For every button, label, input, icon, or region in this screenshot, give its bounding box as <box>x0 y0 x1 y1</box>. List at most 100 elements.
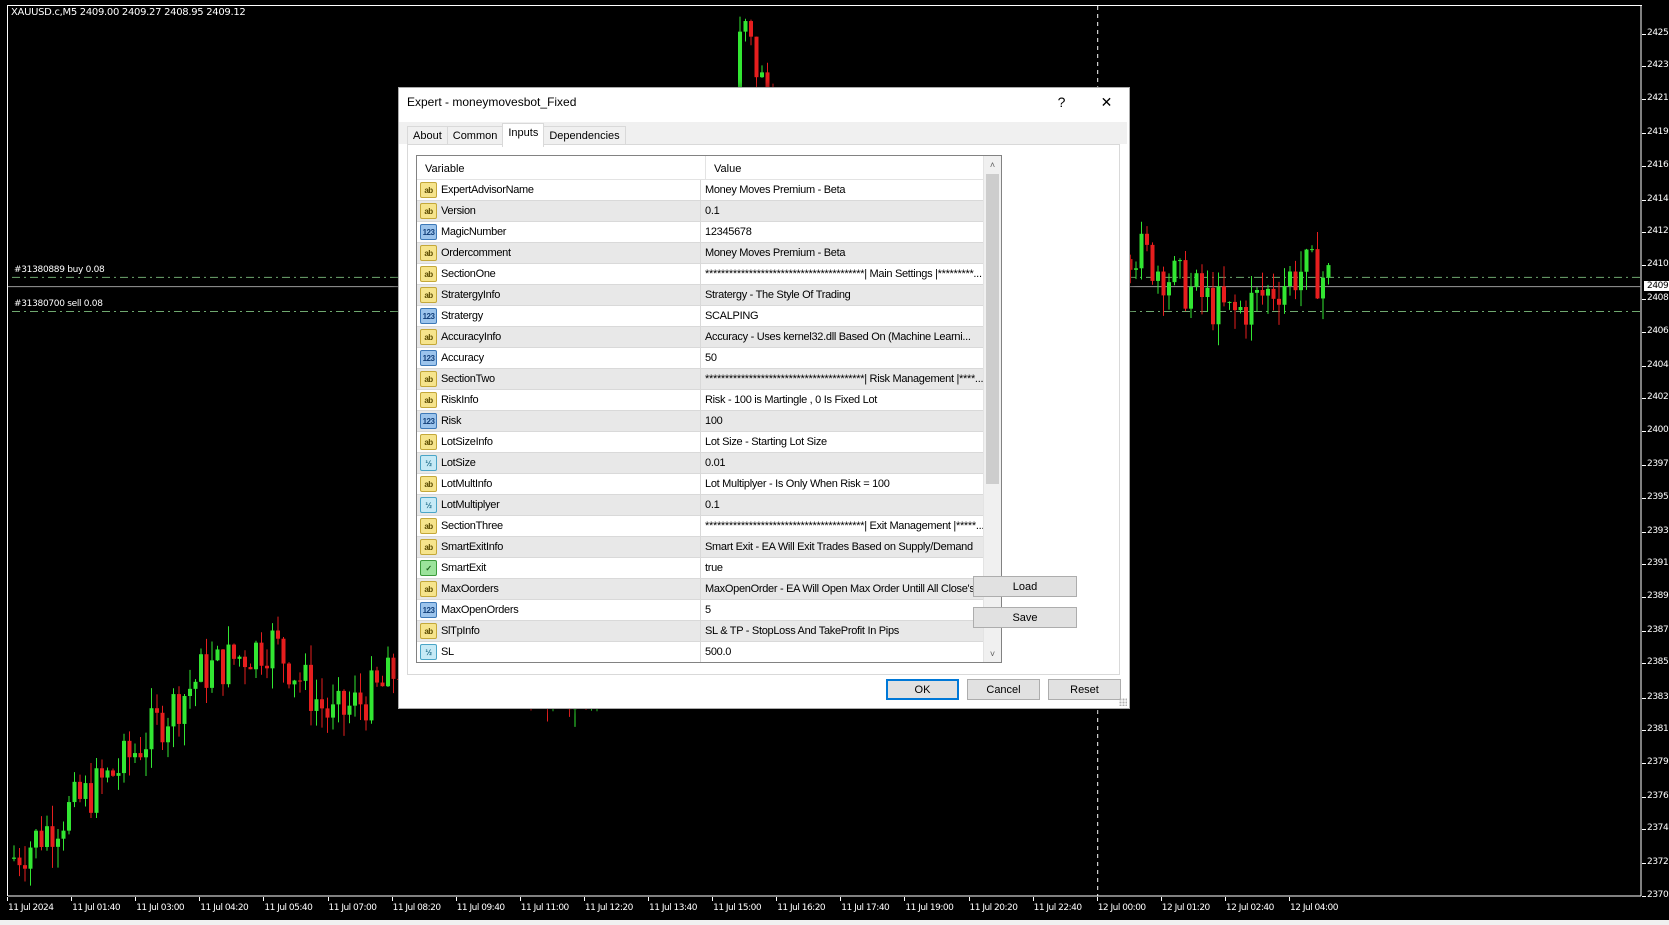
variable-cell[interactable]: ab SectionOne <box>417 264 701 284</box>
column-header-variable[interactable]: Variable <box>417 156 706 179</box>
variable-cell[interactable]: 123 MaxOpenOrders <box>417 600 701 620</box>
variable-cell[interactable]: ab AccuracyInfo <box>417 327 701 347</box>
value-cell[interactable]: 0.1 <box>701 495 984 515</box>
input-row-sectionone[interactable]: ab SectionOne ****************************… <box>417 264 984 285</box>
value-cell[interactable]: SCALPING <box>701 306 984 326</box>
value-cell[interactable]: 50 <box>701 348 984 368</box>
input-row-lotmultiplyer[interactable]: ½ LotMultiplyer 0.1 <box>417 495 984 516</box>
input-row-maxopenorders[interactable]: 123 MaxOpenOrders 5 <box>417 600 984 621</box>
variable-cell[interactable]: ab SectionThree <box>417 516 701 536</box>
variable-cell[interactable]: ✓ SmartExit <box>417 558 701 578</box>
input-row-smartexitinfo[interactable]: ab SmartExitInfo Smart Exit - EA Will Exit… <box>417 537 984 558</box>
column-header-value[interactable]: Value <box>706 156 1001 179</box>
tab-dependencies[interactable]: Dependencies <box>543 126 626 146</box>
value-cell[interactable]: ****************************************… <box>701 516 984 536</box>
value-cell[interactable]: Smart Exit - EA Will Exit Trades Based o… <box>701 537 984 557</box>
candle <box>1299 251 1303 307</box>
save-button[interactable]: Save <box>973 607 1077 628</box>
variable-cell[interactable]: ab LotMultInfo <box>417 474 701 494</box>
value-cell[interactable]: 500.0 <box>701 642 984 662</box>
variable-cell[interactable]: 123 Accuracy <box>417 348 701 368</box>
variable-cell[interactable]: ab SectionTwo <box>417 369 701 389</box>
resize-grip[interactable] <box>1119 698 1127 706</box>
value-cell[interactable]: 12345678 <box>701 222 984 242</box>
candle <box>254 640 258 679</box>
scroll-thumb[interactable] <box>986 174 999 484</box>
candle-body <box>237 656 242 659</box>
value-cell[interactable]: MaxOpenOrder - EA Will Open Max Order Un… <box>701 579 984 599</box>
variable-cell[interactable]: ab Ordercomment <box>417 243 701 263</box>
input-row-lotsizeinfo[interactable]: ab LotSizeInfo Lot Size - Starting Lot Siz… <box>417 432 984 453</box>
ok-button[interactable]: OK <box>886 679 959 700</box>
tab-common[interactable]: Common <box>446 126 504 146</box>
input-row-lotmultinfo[interactable]: ab LotMultInfo Lot Multiplyer - Is Only Wh… <box>417 474 984 495</box>
variable-cell[interactable]: ½ LotMultiplyer <box>417 495 701 515</box>
value-cell[interactable]: Money Moves Premium - Beta <box>701 180 984 200</box>
value-cell[interactable]: 0.1 <box>701 201 984 221</box>
variable-cell[interactable]: ab StratergyInfo <box>417 285 701 305</box>
input-row-stratergyinfo[interactable]: ab StratergyInfo Stratergy - The Style Of … <box>417 285 984 306</box>
input-row-accuracyinfo[interactable]: ab AccuracyInfo Accuracy - Uses kernel32.d… <box>417 327 984 348</box>
scroll-down-icon[interactable]: ˅ <box>984 645 1001 662</box>
input-row-sl[interactable]: ½ SL 500.0 <box>417 642 984 662</box>
value-cell[interactable]: ****************************************… <box>701 264 984 284</box>
value-cell[interactable]: true <box>701 558 984 578</box>
variable-cell[interactable]: ab LotSizeInfo <box>417 432 701 452</box>
variable-cell[interactable]: 123 MagicNumber <box>417 222 701 242</box>
value-cell[interactable]: Lot Multiplyer - Is Only When Risk = 100 <box>701 474 984 494</box>
input-row-smartexit[interactable]: ✓ SmartExit true <box>417 558 984 579</box>
value-cell[interactable]: 100 <box>701 411 984 431</box>
candle-body <box>1178 260 1182 262</box>
trade-label-sell[interactable]: #31380700 sell 0.08 <box>14 299 103 309</box>
variable-cell[interactable]: ½ SL <box>417 642 701 662</box>
variable-cell[interactable]: ½ LotSize <box>417 453 701 473</box>
variable-cell[interactable]: ab MaxOorders <box>417 579 701 599</box>
input-row-ordercomment[interactable]: ab Ordercomment Money Moves Premium - Beta <box>417 243 984 264</box>
variable-cell[interactable]: ab RiskInfo <box>417 390 701 410</box>
value-cell[interactable]: Stratergy - The Style Of Trading <box>701 285 984 305</box>
input-row-sectiontwo[interactable]: ab SectionTwo ****************************… <box>417 369 984 390</box>
input-row-expertadvisorname[interactable]: ab ExpertAdvisorName Money Moves Premium -… <box>417 180 984 201</box>
scroll-up-icon[interactable]: ˄ <box>984 156 1001 173</box>
candle-body <box>1211 287 1215 325</box>
input-row-version[interactable]: ab Version 0.1 <box>417 201 984 222</box>
input-row-maxoorders[interactable]: ab MaxOorders MaxOpenOrder - EA Will Open … <box>417 579 984 600</box>
variable-cell[interactable]: ab Version <box>417 201 701 221</box>
variable-cell[interactable]: 123 Risk <box>417 411 701 431</box>
input-row-accuracy[interactable]: 123 Accuracy 50 <box>417 348 984 369</box>
variable-cell[interactable]: ab ExpertAdvisorName <box>417 180 701 200</box>
value-cell[interactable]: SL & TP - StopLoss And TakeProfit In Pip… <box>701 621 984 641</box>
input-row-sectionthree[interactable]: ab SectionThree **************************… <box>417 516 984 537</box>
title-bar[interactable]: Expert - moneymovesbot_Fixed ? ✕ <box>399 88 1129 116</box>
input-row-stratergy[interactable]: 123 Stratergy SCALPING <box>417 306 984 327</box>
candle <box>34 829 38 859</box>
value-cell[interactable]: Money Moves Premium - Beta <box>701 243 984 263</box>
candle-body <box>1277 298 1281 305</box>
candle <box>259 632 264 675</box>
help-button[interactable]: ? <box>1039 88 1084 116</box>
cancel-button[interactable]: Cancel <box>967 679 1040 700</box>
value-cell[interactable]: Lot Size - Starting Lot Size <box>701 432 984 452</box>
tab-about[interactable]: About <box>407 126 448 146</box>
input-row-magicnumber[interactable]: 123 MagicNumber 12345678 <box>417 222 984 243</box>
load-button[interactable]: Load <box>973 576 1077 597</box>
variable-cell[interactable]: 123 Stratergy <box>417 306 701 326</box>
variable-cell[interactable]: ab SlTpInfo <box>417 621 701 641</box>
tab-inputs[interactable]: Inputs <box>502 123 545 147</box>
trade-label-buy[interactable]: #31380889 buy 0.08 <box>14 265 105 275</box>
candle-body <box>232 644 236 659</box>
input-row-risk[interactable]: 123 Risk 100 <box>417 411 984 432</box>
price-tick-label: 2381. <box>1642 724 1669 735</box>
value-cell[interactable]: Risk - 100 is Martingle , 0 Is Fixed Lot <box>701 390 984 410</box>
value-cell[interactable]: 0.01 <box>701 453 984 473</box>
value-cell[interactable]: ****************************************… <box>701 369 984 389</box>
input-row-sltpinfo[interactable]: ab SlTpInfo SL & TP - StopLoss And TakePro… <box>417 621 984 642</box>
close-button[interactable]: ✕ <box>1084 88 1129 116</box>
reset-button[interactable]: Reset <box>1048 679 1121 700</box>
value-cell[interactable]: 5 <box>701 600 984 620</box>
value-cell[interactable]: Accuracy - Uses kernel32.dll Based On (M… <box>701 327 984 347</box>
input-row-riskinfo[interactable]: ab RiskInfo Risk - 100 is Martingle , 0 Is… <box>417 390 984 411</box>
variable-cell[interactable]: ab SmartExitInfo <box>417 537 701 557</box>
input-row-lotsize[interactable]: ½ LotSize 0.01 <box>417 453 984 474</box>
candle <box>177 686 181 737</box>
